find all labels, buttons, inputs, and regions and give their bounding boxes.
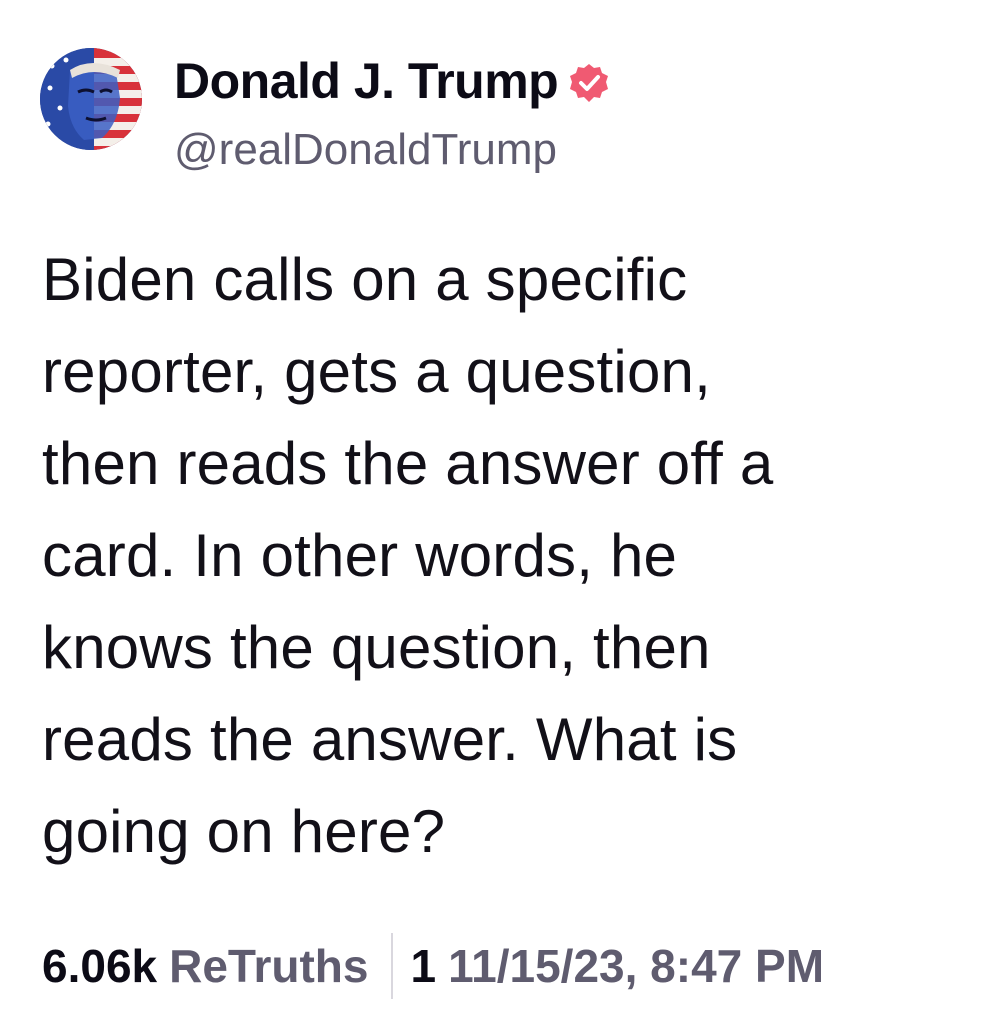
post-body-line: then reads the answer off a xyxy=(42,430,774,497)
post-body: Biden calls on a specific reporter, gets… xyxy=(42,234,942,878)
author-handle[interactable]: @realDonaldTrump xyxy=(174,128,557,172)
post-body-line: reporter, gets a question, xyxy=(42,338,711,405)
post-body-line: reads the answer. What is xyxy=(42,706,738,773)
retruths-label: ReTruths xyxy=(169,940,369,992)
verified-badge-icon xyxy=(568,62,610,104)
retruths-count: 6.06k xyxy=(42,940,158,992)
post-card: Donald J. Trump @realDonaldTrump Biden c… xyxy=(0,0,984,1024)
avatar-image xyxy=(40,48,142,150)
post-stats: 6.06k ReTruths 1 11/15/23, 8:47 PM xyxy=(42,932,824,1000)
post-timestamp[interactable]: 11/15/23, 8:47 PM xyxy=(448,943,824,989)
likes-count[interactable]: 1 xyxy=(411,943,437,989)
avatar[interactable] xyxy=(40,48,142,150)
stats-divider xyxy=(390,933,393,999)
retruths-stat[interactable]: 6.06k ReTruths xyxy=(42,943,369,989)
author-display-name[interactable]: Donald J. Trump xyxy=(174,56,559,106)
post-body-line: going on here? xyxy=(42,798,446,865)
post-body-line: knows the question, then xyxy=(42,614,711,681)
author-name-row: Donald J. Trump xyxy=(174,56,610,106)
post-body-line: card. In other words, he xyxy=(42,522,678,589)
post-body-line: Biden calls on a specific xyxy=(42,246,688,313)
